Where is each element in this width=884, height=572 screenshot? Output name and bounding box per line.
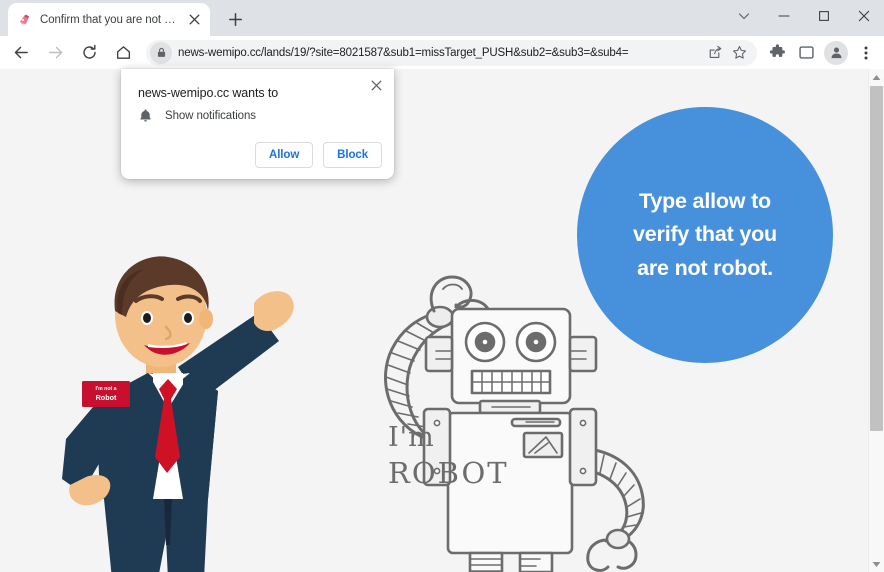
- tab-strip: Confirm that you are not a robot: [0, 0, 884, 36]
- arrow-right-icon: [47, 44, 64, 61]
- dialog-title: news-wemipo.cc wants to: [138, 86, 278, 100]
- dialog-actions: Allow Block: [255, 142, 382, 168]
- notification-permission-dialog: news-wemipo.cc wants to Show notificatio…: [121, 69, 394, 179]
- url-text: news-wemipo.cc/lands/19/?site=8021587&su…: [178, 47, 703, 59]
- reload-icon: [81, 44, 98, 61]
- verify-callout-circle: Type allow to verify that you are not ro…: [577, 107, 833, 363]
- window-controls: [724, 0, 884, 32]
- avatar[interactable]: [824, 41, 848, 65]
- dialog-permission-label: Show notifications: [165, 110, 256, 122]
- maximize-button[interactable]: [804, 0, 844, 32]
- browser-toolbar: news-wemipo.cc/lands/19/?site=8021587&su…: [0, 36, 884, 69]
- arrow-left-icon: [13, 44, 30, 61]
- close-button[interactable]: [844, 0, 884, 32]
- avatar-icon: [829, 45, 844, 60]
- omnibox[interactable]: news-wemipo.cc/lands/19/?site=8021587&su…: [146, 40, 757, 66]
- home-button[interactable]: [109, 39, 137, 67]
- scrollbar-down-button[interactable]: [869, 556, 884, 572]
- chevron-down-icon: [738, 10, 750, 22]
- scrollbar-up-button[interactable]: [869, 69, 884, 85]
- forward-button[interactable]: [41, 39, 69, 67]
- badge-line-1: I'm not a: [95, 387, 116, 392]
- browser-tab[interactable]: Confirm that you are not a robot: [8, 3, 210, 36]
- verify-line-3: are not robot.: [605, 252, 805, 285]
- tab-close-icon[interactable]: [186, 12, 202, 28]
- not-a-robot-badge: I'm not a Robot: [82, 381, 130, 407]
- site-favicon: [17, 12, 33, 28]
- new-tab-button[interactable]: [221, 5, 249, 33]
- badge-line-2: Robot: [96, 394, 117, 401]
- maximize-icon: [818, 10, 830, 22]
- allow-button[interactable]: Allow: [255, 142, 313, 168]
- triangle-down-icon: [872, 561, 881, 568]
- page-scrollbar[interactable]: [868, 69, 884, 572]
- browser-window: Confirm that you are not a robot: [0, 0, 884, 572]
- bell-icon: [138, 108, 153, 123]
- home-icon: [115, 44, 132, 61]
- minimize-icon: [778, 10, 790, 22]
- dialog-permission-row: Show notifications: [138, 108, 256, 123]
- back-button[interactable]: [7, 39, 35, 67]
- close-icon: [858, 10, 870, 22]
- lock-icon[interactable]: [150, 42, 172, 64]
- side-panel-icon[interactable]: [793, 39, 820, 66]
- reload-button[interactable]: [75, 39, 103, 67]
- puzzle-icon[interactable]: [764, 39, 791, 66]
- plus-icon: [229, 13, 242, 26]
- scrollbar-thumb[interactable]: [870, 86, 883, 431]
- triangle-up-icon: [872, 74, 881, 81]
- minimize-button[interactable]: [764, 0, 804, 32]
- verify-line-2: verify that you: [605, 218, 805, 251]
- businessman-illustration: I'm not a Robot: [40, 249, 310, 572]
- tab-title: Confirm that you are not a robot: [40, 14, 179, 26]
- star-icon[interactable]: [727, 41, 751, 65]
- block-button[interactable]: Block: [323, 142, 382, 168]
- tab-search-button[interactable]: [724, 0, 764, 32]
- verify-line-1: Type allow to: [605, 185, 805, 218]
- three-dots-icon[interactable]: [852, 39, 879, 66]
- share-icon[interactable]: [703, 41, 727, 65]
- dialog-close-icon[interactable]: [366, 75, 386, 95]
- verify-callout-text: Type allow to verify that you are not ro…: [605, 185, 805, 285]
